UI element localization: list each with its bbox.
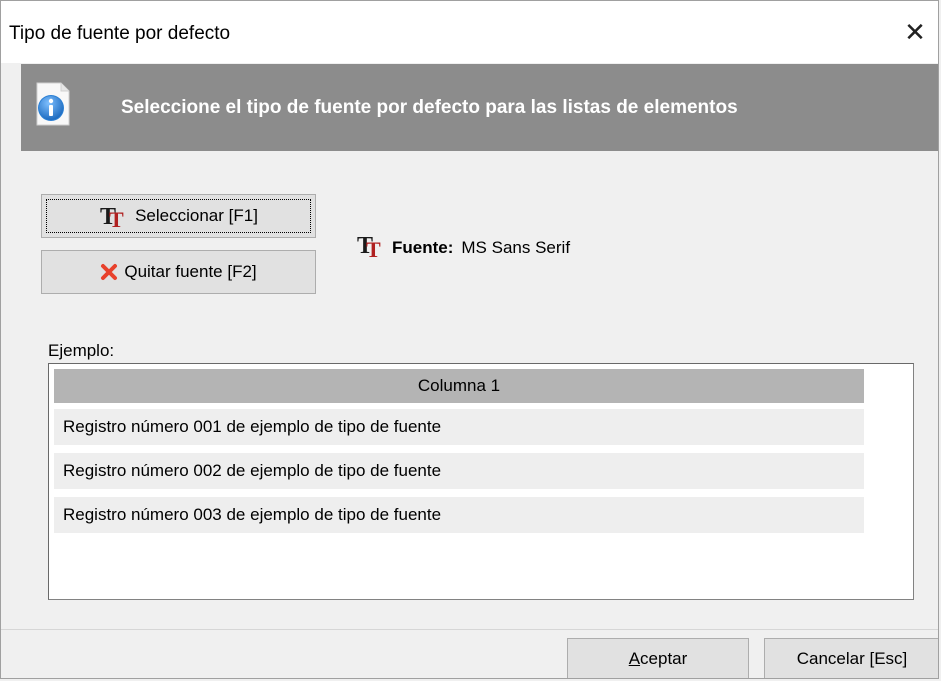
info-icon xyxy=(36,82,70,126)
close-icon: ✕ xyxy=(904,16,926,47)
list-item[interactable]: Registro número 001 de ejemplo de tipo d… xyxy=(54,409,864,445)
column-header[interactable]: Columna 1 xyxy=(54,369,864,403)
font-label: Fuente: xyxy=(392,237,454,257)
title-bar: Tipo de fuente por defecto ✕ xyxy=(1,1,938,63)
example-list[interactable]: Columna 1 Registro número 001 de ejemplo… xyxy=(48,363,914,600)
window-title: Tipo de fuente por defecto xyxy=(9,23,231,44)
list-item[interactable]: Registro número 002 de ejemplo de tipo d… xyxy=(54,453,864,489)
select-font-button[interactable]: T T Seleccionar [F1] xyxy=(41,194,316,238)
cancel-label: Cancelar [Esc] xyxy=(796,649,908,668)
footer-divider xyxy=(1,629,938,630)
remove-font-label: Quitar fuente [F2] xyxy=(124,262,257,281)
list-item[interactable]: Registro número 003 de ejemplo de tipo d… xyxy=(54,497,864,533)
current-font-info: T T Fuente: MS Sans Serif xyxy=(356,231,570,264)
font-value: MS Sans Serif xyxy=(461,237,571,257)
cancel-button[interactable]: Cancelar [Esc] xyxy=(764,638,938,678)
dialog-window: Tipo de fuente por defecto ✕ Seleccione … xyxy=(0,0,939,679)
accept-button[interactable]: Aceptar xyxy=(567,638,749,678)
svg-text:T: T xyxy=(366,237,381,259)
example-label: Ejemplo: xyxy=(48,341,115,360)
banner-text: Seleccione el tipo de fuente por defecto… xyxy=(121,97,738,118)
remove-font-button[interactable]: Quitar fuente [F2] xyxy=(41,250,316,294)
close-button[interactable]: ✕ xyxy=(892,9,938,55)
info-banner: Seleccione el tipo de fuente por defecto… xyxy=(21,64,938,151)
focus-rect xyxy=(46,199,311,233)
font-icon: T T xyxy=(356,231,386,264)
accept-label: Aceptar xyxy=(628,649,688,668)
red-x-icon xyxy=(100,263,118,281)
